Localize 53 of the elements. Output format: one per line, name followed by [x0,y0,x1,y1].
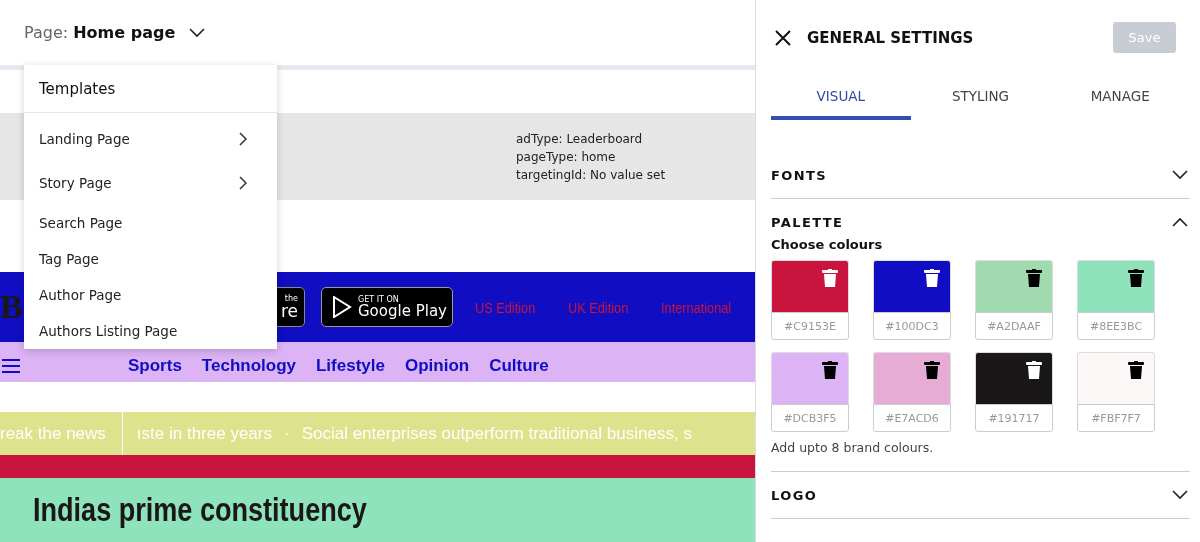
menu-item[interactable]: Search Page [24,205,277,241]
nav-link[interactable]: Culture [489,356,549,376]
nav-link[interactable]: Lifestyle [316,356,385,376]
chevron-up-icon[interactable] [1172,217,1188,227]
color-swatch[interactable] [771,260,849,312]
menu-item[interactable]: Author Page [24,277,277,313]
color-swatch[interactable] [873,352,951,404]
hint-text: Add upto 8 brand colours. [771,440,935,455]
menu-title: Templates [24,65,277,113]
tab[interactable]: VISUAL [771,75,911,120]
chevron-right-icon [239,176,247,190]
chevron-down-icon[interactable] [1172,170,1188,180]
chevron-down-icon[interactable] [1172,490,1188,500]
menu-item[interactable]: Authors Listing Page [24,313,277,349]
nav-link[interactable]: Sports [128,356,182,376]
close-icon[interactable] [775,29,791,46]
trash-icon[interactable] [924,361,940,379]
trash-icon[interactable] [924,269,940,287]
color-swatch[interactable] [975,260,1053,312]
trash-icon[interactable] [1128,361,1144,379]
page-selector[interactable]: Page: Home page [24,23,176,42]
tab[interactable]: STYLING [910,75,1051,120]
menu-item[interactable]: Tag Page [24,241,277,277]
site-logo: B [0,288,24,326]
trash-icon[interactable] [822,361,838,379]
menu-item[interactable]: Landing Page [24,117,277,161]
chevron-down-icon[interactable] [189,27,206,38]
section-title[interactable]: LOGO [771,487,818,503]
trash-icon[interactable] [1128,269,1144,287]
play-icon [332,296,352,318]
google-play-button[interactable]: GET IT ON Google Play [321,287,453,327]
color-swatch[interactable] [975,352,1053,404]
section-title[interactable]: FONTS [771,167,828,183]
menu-item[interactable]: Story Page [24,161,277,205]
color-swatch[interactable] [873,260,951,312]
section-subtitle: Choose colours [771,237,884,252]
panel-title: GENERAL SETTINGS [807,28,975,47]
ticker-separator: · [283,423,290,444]
trash-icon[interactable] [1026,269,1042,287]
headline[interactable]: Indias prime constituency [33,491,367,529]
nav-link[interactable]: Opinion [404,356,470,376]
trash-icon[interactable] [1026,361,1042,379]
menu-icon[interactable] [2,359,20,373]
color-swatch[interactable] [771,352,849,404]
chevron-right-icon [239,132,247,146]
tab[interactable]: MANAGE [1050,75,1190,120]
color-swatch[interactable] [1077,260,1155,312]
section-title[interactable]: PALETTE [771,214,844,230]
ad-info-text: pageType: home [516,148,617,166]
ad-info-text: adType: Leaderboard [516,130,644,148]
ad-info-text: targetingId: No value set [516,166,667,184]
color-swatch[interactable] [1077,352,1155,404]
nav-link[interactable]: Technology [201,356,296,376]
